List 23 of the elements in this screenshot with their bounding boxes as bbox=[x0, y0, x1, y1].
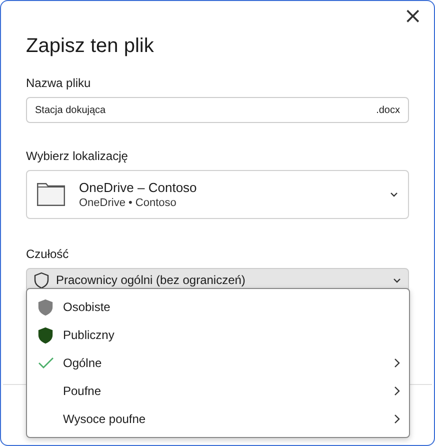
shield-icon bbox=[38, 326, 53, 344]
field-label: Czułość bbox=[26, 247, 70, 261]
shield-icon bbox=[38, 298, 53, 316]
field-label: Wybierz lokalizację bbox=[26, 149, 129, 163]
menu-item[interactable]: Ogólne bbox=[27, 349, 409, 377]
chevron-right-icon bbox=[393, 358, 401, 368]
menu-item[interactable]: Poufne bbox=[27, 377, 409, 405]
location-path: OneDrive • Contoso bbox=[79, 197, 178, 209]
dialog-title: Zapisz ten plik bbox=[26, 35, 155, 58]
chevron-down-icon bbox=[393, 278, 401, 282]
menu-item[interactable]: Osobiste bbox=[27, 293, 409, 321]
file-name-field[interactable]: Stacja dokująca .docx bbox=[26, 97, 409, 123]
chevron-right-icon bbox=[393, 414, 401, 424]
menu-item[interactable]: Wysoce poufne bbox=[27, 405, 409, 433]
chevron-right-icon bbox=[393, 386, 401, 396]
menu-item[interactable]: Publiczny bbox=[27, 321, 409, 349]
folder-icon bbox=[37, 183, 65, 206]
location-picker[interactable]: OneDrive – Contoso OneDrive • Contoso bbox=[26, 170, 409, 219]
chevron-down-icon bbox=[390, 192, 398, 197]
shield-icon bbox=[34, 272, 49, 288]
close-button[interactable]: × bbox=[402, 7, 424, 27]
field-label: Nazwa pliku bbox=[26, 76, 92, 90]
location-name: OneDrive – Contoso bbox=[79, 180, 198, 195]
